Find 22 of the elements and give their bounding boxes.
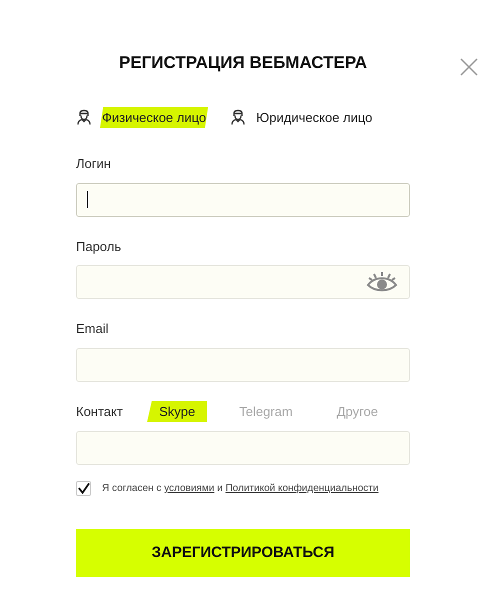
register-button[interactable]: ЗАРЕГИСТРИРОВАТЬСЯ (76, 529, 410, 577)
close-icon[interactable] (460, 58, 478, 76)
checkbox[interactable] (76, 481, 91, 496)
person-type-tab[interactable]: Физическое лицо (100, 106, 208, 128)
person-type-tab[interactable]: Юридическое лицо (254, 106, 374, 128)
input-field[interactable] (76, 348, 410, 382)
person-icon (76, 109, 92, 126)
contact-type-tab[interactable]: Skype (147, 400, 208, 422)
text-cursor (87, 191, 88, 208)
privacy-link[interactable]: Политикой конфиденциальности (225, 483, 378, 494)
field-label: Пароль (76, 238, 122, 256)
field-label: Email (76, 320, 110, 338)
consent-text: Я согласен с условиями и Политикой конфиденциальности (102, 482, 378, 496)
terms-link[interactable]: условиями (164, 483, 214, 494)
input-field[interactable] (76, 182, 410, 216)
input-field[interactable] (76, 431, 410, 465)
field-label: Логин (76, 155, 112, 173)
person-icon (230, 109, 246, 126)
field-label: Контакт (76, 402, 124, 420)
input-field[interactable] (76, 265, 410, 299)
form-title: РЕГИСТРАЦИЯ ВЕБМАСТЕРА (118, 52, 368, 74)
eye-icon[interactable] (365, 271, 399, 293)
